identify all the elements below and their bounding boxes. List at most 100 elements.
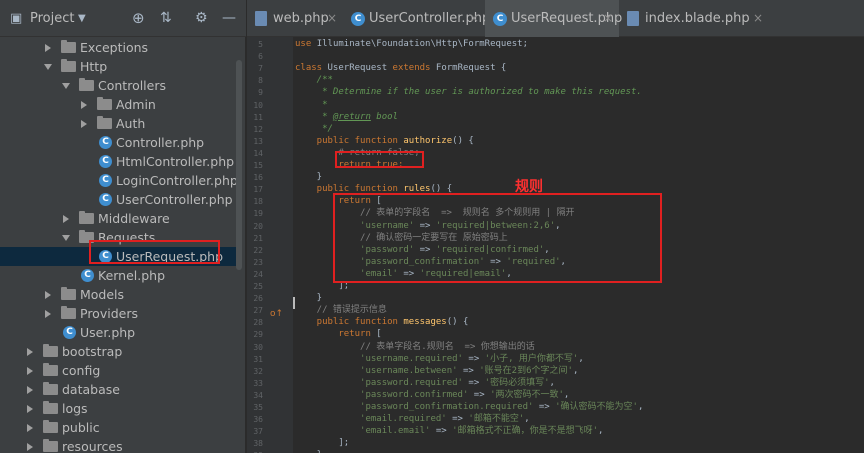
code-line: 'email.email' => '邮箱格式不正确，你是不是想飞呀',	[295, 425, 603, 437]
close-icon[interactable]: ×	[327, 0, 337, 37]
chevron-right-icon[interactable]	[81, 101, 87, 109]
code-token: 'password.required'	[295, 377, 463, 388]
code-token: class	[295, 63, 328, 74]
chevron-right-icon[interactable]	[27, 386, 33, 394]
line-number: 35	[253, 403, 263, 412]
code-token: FormRequest {	[435, 63, 507, 74]
tree-item[interactable]: Exceptions	[0, 38, 240, 57]
code-token: *	[295, 111, 333, 122]
folder-icon	[43, 363, 58, 376]
tree-item-label: Admin	[116, 97, 156, 112]
tree-item[interactable]: logs	[0, 399, 240, 418]
code-token: }	[295, 293, 323, 304]
tree-item[interactable]: C UserController.php	[0, 190, 240, 209]
editor-tab[interactable]: C UserController.php ×	[343, 0, 490, 37]
folder-icon	[61, 306, 76, 319]
close-icon[interactable]: ×	[753, 0, 763, 37]
code-token: * Determine if the user is authorized to…	[295, 87, 642, 98]
editor-tab[interactable]: index.blade.php ×	[619, 0, 769, 37]
tree-item[interactable]: resources	[0, 437, 240, 453]
chevron-right-icon[interactable]	[45, 44, 51, 52]
line-number: 30	[253, 342, 263, 352]
tree-item[interactable]: database	[0, 380, 240, 399]
tree-item-label: UserController.php	[116, 192, 233, 207]
editor-tab[interactable]: web.php ×	[247, 0, 343, 37]
line-number: 23	[253, 257, 263, 267]
code-token: '确认密码不能为空'	[555, 402, 638, 412]
chevron-right-icon[interactable]	[45, 310, 51, 318]
tree-item[interactable]: C HtmlController.php	[0, 152, 240, 171]
tree-item[interactable]: bootstrap	[0, 342, 240, 361]
code-token: @return	[332, 111, 371, 122]
code-token: [	[376, 329, 382, 340]
editor-tabs: web.php × C UserController.php × C UserRequest…	[247, 0, 864, 37]
code-line: public function messages() {	[295, 316, 469, 328]
line-number: 24	[253, 269, 263, 279]
tree-item[interactable]: Auth	[0, 114, 240, 133]
tree-item[interactable]: config	[0, 361, 240, 380]
tree-item[interactable]: C Kernel.php	[0, 266, 240, 285]
code-token: */	[295, 123, 333, 134]
tree-item[interactable]: C User.php	[0, 323, 240, 342]
tree-item-label: Exceptions	[80, 40, 149, 55]
tree-item[interactable]: Admin	[0, 95, 240, 114]
code-line: }	[295, 171, 322, 183]
close-icon[interactable]: ×	[469, 0, 479, 37]
chevron-right-icon[interactable]	[27, 405, 33, 413]
line-number: 33	[253, 378, 263, 388]
chevron-right-icon[interactable]	[27, 424, 33, 432]
tree-item[interactable]: C LoginController.php	[0, 171, 240, 190]
chevron-down-icon[interactable]	[44, 64, 52, 70]
tree-item-label: HtmlController.php	[116, 154, 235, 169]
line-gutter: o↑ 5 6 7 8 9 10 11 12 13 14 15 16 17 18 19 20 21 22 23 24 25…	[247, 37, 293, 453]
tree-item[interactable]: Middleware	[0, 209, 240, 228]
tree-scrollbar[interactable]	[236, 60, 242, 270]
chevron-right-icon[interactable]	[27, 348, 33, 356]
code-line: 'password.confirmed' => '两次密码不一致',	[295, 389, 569, 401]
line-number: 27	[253, 306, 263, 316]
editor-tab[interactable]: C UserRequest.php ×	[485, 0, 622, 37]
code-token: }	[295, 172, 323, 183]
code-token: UserRequest	[327, 63, 393, 74]
line-number: 17	[253, 185, 263, 195]
gear-icon[interactable]: ⚙	[195, 10, 208, 26]
tree-item[interactable]: Http	[0, 57, 240, 76]
chevron-down-icon[interactable]: ▼	[78, 11, 86, 27]
code-token: =>	[446, 414, 469, 425]
php-class-icon: C	[99, 193, 112, 206]
folder-icon	[43, 439, 58, 452]
chevron-right-icon[interactable]	[63, 215, 69, 223]
tree-item-label: Controller.php	[116, 135, 205, 150]
chevron-right-icon[interactable]	[27, 443, 33, 451]
code-token: ,	[563, 389, 570, 400]
chevron-down-icon[interactable]	[62, 83, 70, 89]
code-token: bool	[370, 111, 398, 122]
tree-item-label: Middleware	[98, 211, 170, 226]
line-number: 15	[253, 161, 263, 170]
tree-item[interactable]: Providers	[0, 304, 240, 323]
code-line: return [	[295, 328, 382, 340]
close-icon[interactable]: ×	[603, 0, 613, 37]
minimize-icon[interactable]: —	[222, 10, 236, 26]
code-token: public function	[295, 135, 404, 146]
chevron-down-icon[interactable]	[62, 235, 70, 241]
chevron-right-icon[interactable]	[27, 367, 33, 375]
tree-item[interactable]: Controllers	[0, 76, 240, 95]
code-token: 'email.required'	[295, 414, 447, 425]
chevron-right-icon[interactable]	[45, 291, 51, 299]
code-token: Illuminate\Foundation\Http\FormRequest;	[316, 39, 529, 49]
tree-item[interactable]: public	[0, 418, 240, 437]
folder-icon	[61, 287, 76, 300]
code-line: 'password.required' => '密码必须填写',	[295, 377, 555, 389]
collapse-icon[interactable]: ⇅	[160, 10, 172, 26]
chevron-right-icon[interactable]	[81, 120, 87, 128]
tree-item[interactable]: C Controller.php	[0, 133, 240, 152]
tree-item[interactable]: Models	[0, 285, 240, 304]
line-number: 5	[258, 40, 263, 49]
code-token: =>	[462, 353, 485, 364]
line-number: 18	[253, 197, 263, 207]
project-panel-header: ▣ Project ▼ ⊕ ⇅ ⚙ —	[0, 0, 246, 37]
php-class-icon: C	[99, 155, 112, 168]
tree-item-label: Models	[80, 287, 125, 302]
target-icon[interactable]: ⊕	[132, 10, 145, 26]
